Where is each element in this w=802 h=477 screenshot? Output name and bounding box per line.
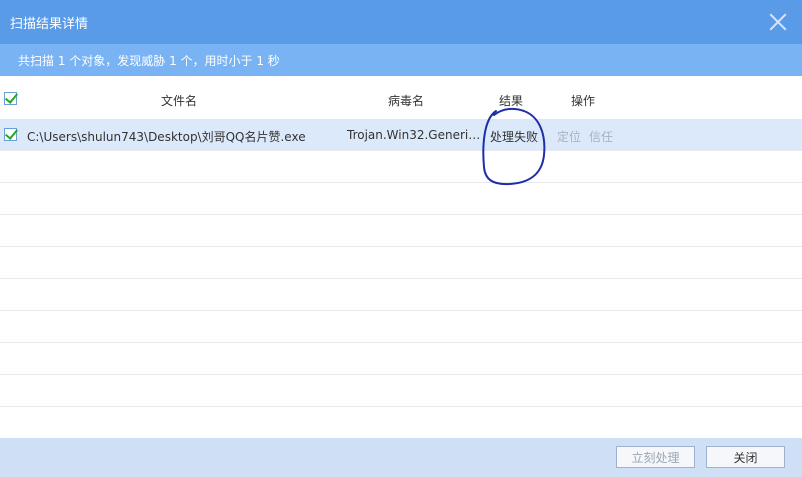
select-all-checkbox[interactable] <box>4 92 17 105</box>
close-button[interactable]: 关闭 <box>706 446 785 468</box>
table-row-empty <box>0 183 802 215</box>
process-now-button[interactable]: 立刻处理 <box>616 446 695 468</box>
trust-link[interactable]: 信任 <box>589 130 613 144</box>
table-row-empty <box>0 407 802 439</box>
table-row-empty <box>0 247 802 279</box>
window-title: 扫描结果详情 <box>10 17 89 32</box>
close-icon[interactable] <box>768 12 788 32</box>
table-row-empty <box>0 151 802 183</box>
row-checkbox[interactable] <box>4 128 17 141</box>
column-header-action: 操作 <box>571 94 596 108</box>
handwritten-circle-annotation <box>482 107 546 186</box>
column-header-file: 文件名 <box>161 94 198 108</box>
table-row-empty <box>0 215 802 247</box>
virus-name-cell: Trojan.Win32.Generi… <box>347 128 481 142</box>
column-header-virus: 病毒名 <box>388 94 425 108</box>
title-bar: 扫描结果详情 <box>0 0 802 44</box>
table-row[interactable]: C:\Users\shulun743\Desktop\刘哥QQ名片赞.exe T… <box>0 119 802 151</box>
table-row-empty <box>0 375 802 407</box>
table-header: 文件名 病毒名 结果 操作 <box>0 80 802 118</box>
dialog-footer: 立刻处理 关闭 <box>0 438 802 477</box>
table-row-empty <box>0 279 802 311</box>
file-path-cell: C:\Users\shulun743\Desktop\刘哥QQ名片赞.exe <box>27 130 306 144</box>
table-row-empty <box>0 311 802 343</box>
results-table: C:\Users\shulun743\Desktop\刘哥QQ名片赞.exe T… <box>0 119 802 439</box>
locate-link[interactable]: 定位 <box>557 130 581 144</box>
scan-summary-bar: 共扫描 1 个对象，发现威胁 1 个，用时小于 1 秒 <box>0 44 802 76</box>
table-row-empty <box>0 343 802 375</box>
scan-summary-text: 共扫描 1 个对象，发现威胁 1 个，用时小于 1 秒 <box>18 54 280 68</box>
